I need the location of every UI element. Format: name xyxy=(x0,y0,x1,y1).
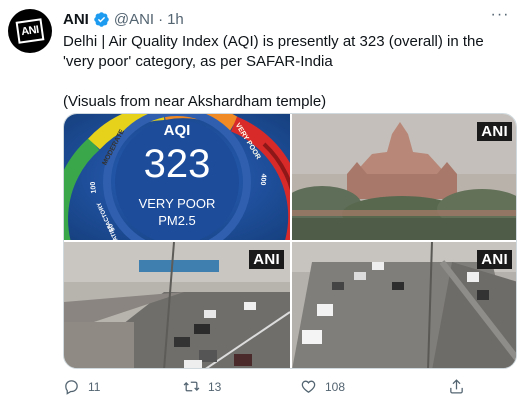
author-handle[interactable]: @ANI xyxy=(114,11,154,28)
aqi-pollutant: PM2.5 xyxy=(158,213,196,228)
media-grid: AQI 323 VERY POOR PM2.5 MODERATE VERY PO… xyxy=(63,113,517,369)
retweet-icon xyxy=(183,381,200,392)
share-icon xyxy=(450,379,463,394)
temple-photo[interactable]: ANI xyxy=(292,114,516,240)
road-traffic-photo-2[interactable]: ANI xyxy=(292,242,516,368)
ani-logo: ANI xyxy=(15,18,45,44)
ani-watermark: ANI xyxy=(249,250,284,269)
verified-badge-icon xyxy=(93,11,110,28)
aqi-overlay: AQI 323 VERY POOR PM2.5 MODERATE VERY PO… xyxy=(64,114,290,240)
reply-count: 11 xyxy=(88,379,101,394)
aqi-value: 323 xyxy=(143,142,211,186)
scale-very-poor: VERY POOR xyxy=(233,122,262,161)
scale-moderate: MODERATE xyxy=(101,128,127,167)
tweet-text-line: Delhi | Air Quality Index (AQI) is prese… xyxy=(63,33,484,70)
like-count: 108 xyxy=(325,379,346,394)
ani-watermark: ANI xyxy=(477,122,512,141)
scale-100: 100 xyxy=(89,181,98,194)
reply-icon xyxy=(65,380,78,395)
like-button[interactable]: 108 xyxy=(300,378,345,395)
aqi-category: VERY POOR xyxy=(138,196,216,211)
tweet-text: Delhi | Air Quality Index (AQI) is prese… xyxy=(63,32,511,112)
author-name[interactable]: ANI xyxy=(63,11,89,28)
aqi-gauge-image[interactable]: AQI 323 VERY POOR PM2.5 MODERATE VERY PO… xyxy=(64,114,290,240)
tweet-text-line: (Visuals from near Akshardham temple) xyxy=(63,93,327,110)
ani-watermark: ANI xyxy=(477,250,512,269)
heart-icon xyxy=(301,380,316,393)
reply-button[interactable]: 11 xyxy=(63,378,100,395)
separator-dot: · xyxy=(158,10,164,28)
more-options-icon[interactable]: ··· xyxy=(488,7,512,28)
action-bar: 11 13 108 xyxy=(63,378,503,402)
retweet-button[interactable]: 13 xyxy=(183,378,221,395)
aqi-label: AQI xyxy=(163,122,191,139)
scale-400: 400 xyxy=(258,173,267,186)
timestamp[interactable]: 1h xyxy=(167,11,184,28)
retweet-count: 13 xyxy=(208,379,222,394)
road-traffic-photo-1[interactable]: ANI xyxy=(64,242,290,368)
tweet-header: ANI @ANI · 1h xyxy=(63,9,184,29)
share-button[interactable] xyxy=(448,378,465,395)
avatar[interactable]: ANI xyxy=(8,9,52,53)
scale-satisfactory: SATISFACTORY xyxy=(96,201,122,240)
